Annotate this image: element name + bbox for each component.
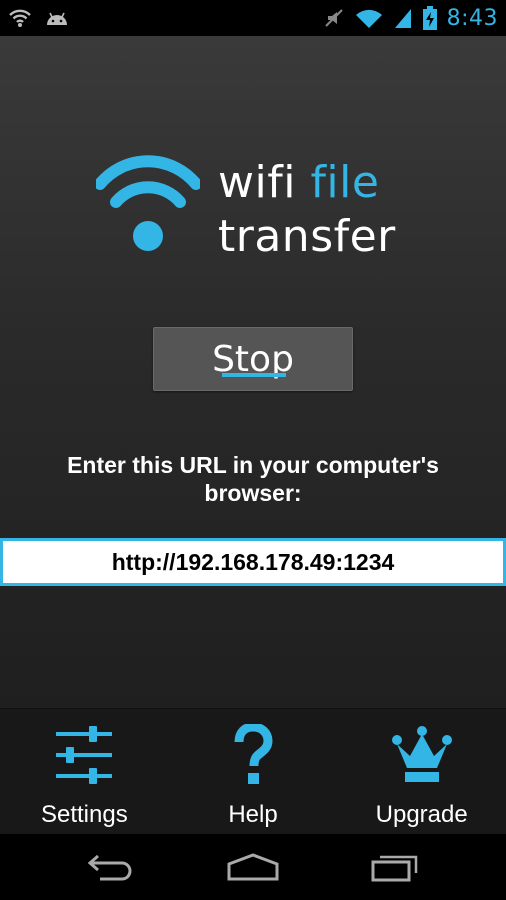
cell-signal-icon: [393, 7, 413, 29]
android-icon: [44, 8, 70, 28]
battery-charging-icon: [422, 6, 437, 30]
main-content: wifi file transfer Stop Enter this URL i…: [0, 36, 506, 708]
help-button[interactable]: Help: [169, 709, 338, 834]
home-button[interactable]: [213, 842, 293, 892]
logo-word-file: file: [310, 157, 380, 208]
mute-icon: [323, 7, 345, 29]
url-field[interactable]: http://192.168.178.49:1234: [0, 538, 506, 586]
logo-word-wifi: wifi: [218, 157, 296, 208]
logo-line-1: wifi file: [218, 156, 396, 210]
back-icon: [87, 854, 132, 881]
upgrade-label: Upgrade: [375, 801, 468, 828]
recent-apps-icon: [371, 855, 418, 882]
status-right: 8:43: [323, 6, 498, 31]
recent-apps-button[interactable]: [355, 842, 435, 892]
status-time: 8:43: [446, 5, 498, 31]
stop-button-underline: [222, 373, 286, 377]
question-icon: [221, 723, 285, 787]
home-icon: [227, 853, 279, 881]
status-left: [8, 8, 70, 28]
wifi-logo-icon: [96, 155, 200, 251]
status-bar: 8:43: [0, 0, 506, 36]
upgrade-button[interactable]: Upgrade: [337, 709, 506, 834]
settings-label: Settings: [40, 801, 128, 828]
url-text: http://192.168.178.49:1234: [111, 548, 395, 575]
back-button[interactable]: [71, 842, 151, 892]
logo-line-2: transfer: [218, 211, 396, 262]
app-logo: wifi file transfer: [96, 146, 426, 266]
sliders-icon: [52, 723, 116, 787]
wifi-signal-icon: [355, 7, 383, 29]
help-label: Help: [228, 801, 278, 828]
action-bar: Settings Help Upgrade: [0, 708, 506, 834]
stop-button[interactable]: Stop: [153, 327, 353, 391]
settings-button[interactable]: Settings: [0, 709, 169, 834]
logo-text: wifi file transfer: [218, 156, 396, 264]
instruction-text: Enter this URL in your computer's browse…: [67, 452, 439, 506]
wifi-icon: [8, 8, 32, 28]
crown-icon: [390, 723, 454, 787]
nav-bar: [0, 834, 506, 900]
